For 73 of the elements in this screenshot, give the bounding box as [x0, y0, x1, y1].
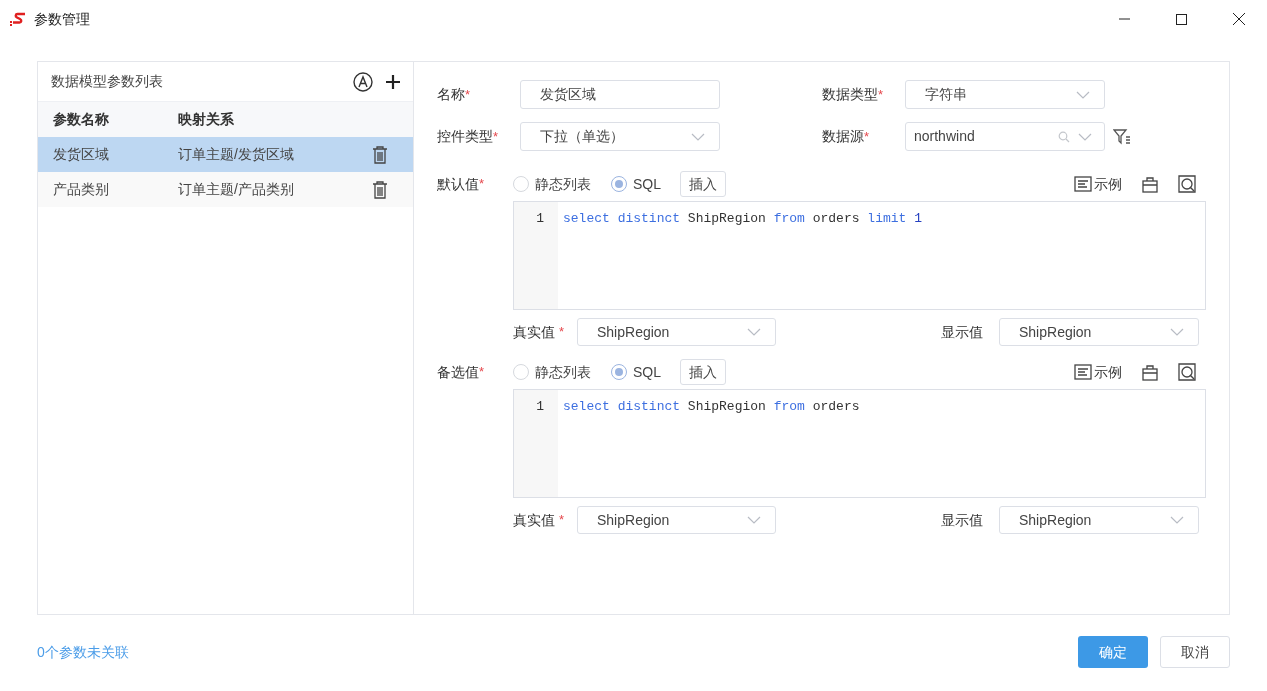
- chevron-down-icon: [1170, 328, 1184, 336]
- radio-option[interactable]: 静态列表: [513, 173, 591, 195]
- trash-icon[interactable]: [372, 145, 388, 164]
- code-line: select distinct ShipRegion from orders: [563, 398, 860, 416]
- table-cell-text: 订单主题/发货区域: [178, 145, 294, 164]
- clipboard-icon[interactable]: [1142, 363, 1158, 381]
- add-icon[interactable]: [385, 73, 401, 90]
- select-field[interactable]: ShipRegion: [999, 506, 1199, 534]
- table-cell-text: 发货区域: [53, 145, 110, 164]
- required-mark: *: [878, 85, 884, 104]
- column-header: 映射关系: [178, 110, 234, 129]
- select-field[interactable]: 下拉（单选）: [520, 122, 720, 151]
- window-title: 参数管理: [34, 9, 90, 29]
- radio-option[interactable]: SQL: [611, 361, 661, 383]
- field-label: 数据类型: [822, 85, 878, 104]
- clipboard-icon[interactable]: [1142, 175, 1158, 193]
- chevron-down-icon: [1078, 132, 1092, 141]
- select-field[interactable]: ShipRegion: [577, 318, 776, 346]
- document-lines-icon: [1074, 176, 1092, 192]
- datasource-select-field[interactable]: northwind: [905, 122, 1105, 151]
- radio-option[interactable]: 静态列表: [513, 361, 591, 383]
- name-input-field[interactable]: 发货区域: [520, 80, 720, 109]
- required-mark: *: [493, 127, 499, 146]
- sql-editor[interactable]: 1 select distinct ShipRegion from orders limit 1: [513, 201, 1206, 310]
- document-lines-icon: [1074, 364, 1092, 380]
- preview-icon[interactable]: [1178, 175, 1196, 193]
- example-button[interactable]: 示例: [1074, 361, 1122, 383]
- field-label: 备选值: [437, 362, 479, 382]
- select-field[interactable]: ShipRegion: [577, 506, 776, 534]
- chevron-down-icon: [1170, 516, 1184, 524]
- field-label: 控件类型: [437, 127, 493, 146]
- line-number: 1: [536, 398, 544, 416]
- circled-a-icon[interactable]: [353, 71, 373, 92]
- required-mark: *: [559, 323, 565, 342]
- chevron-down-icon: [691, 132, 705, 141]
- table-cell-text: 订单主题/产品类别: [178, 180, 294, 199]
- required-mark: *: [479, 363, 485, 382]
- search-icon: [1058, 130, 1070, 143]
- trash-icon[interactable]: [372, 180, 388, 199]
- param-row[interactable]: 发货区域 订单主题/发货区域: [38, 137, 413, 172]
- field-label: 显示值: [941, 322, 983, 342]
- chevron-down-icon: [747, 516, 761, 524]
- panel-title: 数据模型参数列表: [51, 72, 163, 91]
- filter-icon[interactable]: [1113, 127, 1131, 146]
- insert-button[interactable]: 插入: [680, 171, 726, 197]
- line-number: 1: [536, 210, 544, 228]
- field-label: 真实值: [513, 510, 555, 530]
- column-header: 参数名称: [53, 110, 110, 129]
- example-button[interactable]: 示例: [1074, 173, 1122, 195]
- cancel-button[interactable]: 取消: [1160, 636, 1230, 668]
- field-label: 数据源: [822, 127, 864, 146]
- preview-icon[interactable]: [1178, 363, 1196, 381]
- chevron-down-icon: [747, 328, 761, 336]
- required-mark: *: [559, 511, 565, 530]
- sql-editor[interactable]: 1 select distinct ShipRegion from orders: [513, 389, 1206, 498]
- required-mark: *: [465, 85, 471, 104]
- radio-option[interactable]: SQL: [611, 173, 661, 195]
- close-icon[interactable]: [1232, 13, 1245, 25]
- app-logo-icon: [9, 12, 27, 26]
- field-label: 真实值: [513, 322, 555, 342]
- field-label: 显示值: [941, 510, 983, 530]
- maximize-icon[interactable]: [1176, 13, 1187, 25]
- field-label: 默认值: [437, 174, 479, 194]
- table-cell-text: 产品类别: [53, 180, 110, 199]
- select-field[interactable]: 字符串: [905, 80, 1105, 109]
- code-line: select distinct ShipRegion from orders limit 1: [563, 210, 922, 228]
- required-mark: *: [479, 175, 485, 194]
- insert-button[interactable]: 插入: [680, 359, 726, 385]
- select-field[interactable]: ShipRegion: [999, 318, 1199, 346]
- chevron-down-icon: [1076, 90, 1090, 99]
- required-mark: *: [864, 127, 870, 146]
- param-row[interactable]: 产品类别 订单主题/产品类别: [38, 172, 413, 207]
- field-label: 名称: [437, 85, 465, 104]
